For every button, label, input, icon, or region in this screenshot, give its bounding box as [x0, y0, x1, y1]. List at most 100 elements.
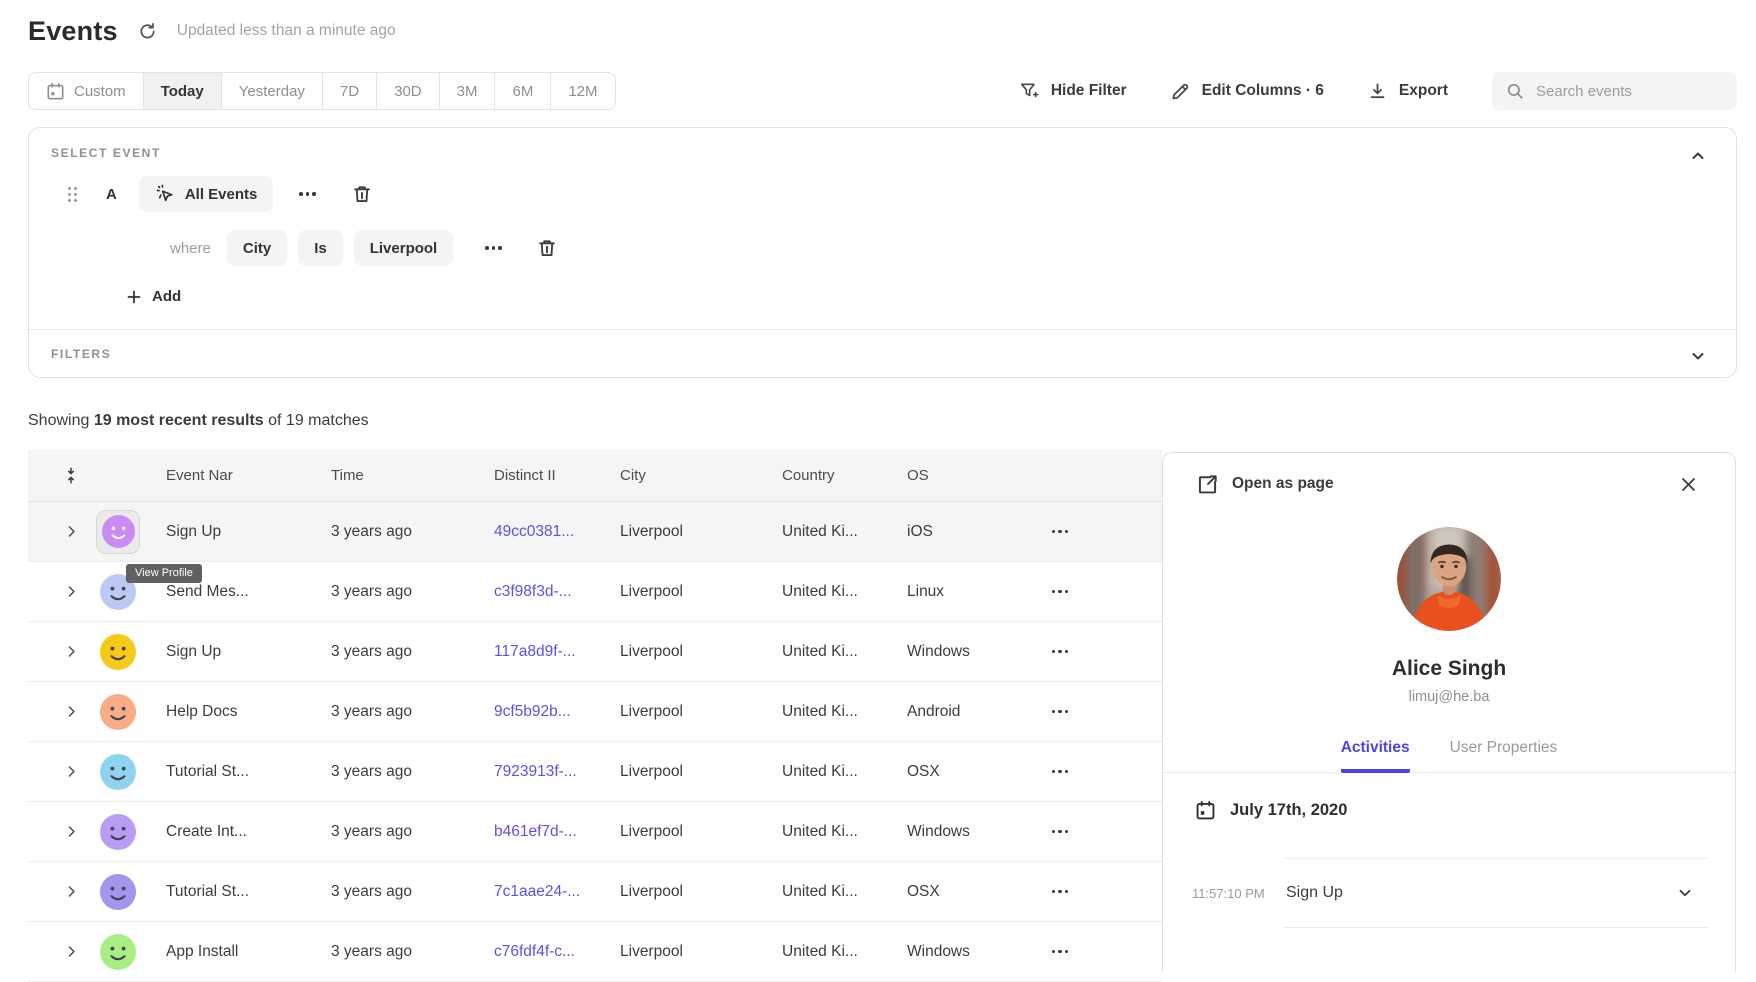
select-event-label: SELECT EVENT — [51, 146, 1714, 160]
updated-status: Updated less than a minute ago — [177, 22, 396, 40]
open-as-page-icon[interactable] — [1197, 474, 1218, 495]
date-range-7d[interactable]: 7D — [322, 73, 376, 109]
expand-row-icon[interactable] — [65, 525, 78, 538]
event-name-cell: Tutorial St... — [166, 883, 331, 901]
table-row[interactable]: Help Docs 3 years ago 9cf5b92b... Liverp… — [28, 682, 1162, 742]
open-as-page-label[interactable]: Open as page — [1232, 475, 1334, 493]
date-range-3m[interactable]: 3M — [439, 73, 495, 109]
drag-handle-icon[interactable] — [68, 187, 78, 202]
tab-activities[interactable]: Activities — [1341, 739, 1410, 773]
distinct-id-link[interactable]: 9cf5b92b... — [494, 703, 620, 721]
avatar-face-icon — [100, 934, 136, 970]
city-cell: Liverpool — [620, 883, 782, 901]
controls-row: Custom Today Yesterday 7D 30D 3M 6M 12M — [28, 72, 1737, 110]
date-range-today[interactable]: Today — [143, 73, 221, 109]
distinct-id-link[interactable]: 7c1aae24-... — [494, 883, 620, 901]
expand-activity-icon[interactable] — [1677, 885, 1693, 901]
delete-filter-icon[interactable] — [537, 238, 557, 258]
row-more-icon[interactable] — [1048, 944, 1073, 960]
column-header-event[interactable]: Event Nar — [166, 467, 331, 484]
date-range-30d[interactable]: 30D — [376, 73, 439, 109]
expand-row-icon[interactable] — [65, 705, 78, 718]
date-range-label: Custom — [74, 83, 126, 100]
property-chip[interactable]: City — [227, 230, 287, 266]
filters-section[interactable]: FILTERS — [29, 329, 1736, 377]
collapse-section-icon[interactable] — [1686, 144, 1710, 168]
expand-row-icon[interactable] — [65, 885, 78, 898]
row-more-icon[interactable] — [1048, 584, 1073, 600]
date-range-label: 6M — [512, 83, 533, 100]
avatar[interactable] — [100, 634, 136, 670]
distinct-id-link[interactable]: 49cc0381... — [494, 523, 620, 541]
avatar[interactable] — [100, 754, 136, 790]
column-header-distinct-id[interactable]: Distinct II — [494, 467, 620, 484]
view-profile-tooltip: View Profile — [126, 564, 202, 583]
avatar[interactable] — [96, 510, 140, 554]
column-header-country[interactable]: Country — [782, 467, 907, 484]
hide-filter-button[interactable]: Hide Filter — [1019, 81, 1127, 101]
expand-row-icon[interactable] — [65, 825, 78, 838]
export-button[interactable]: Export — [1368, 82, 1448, 101]
distinct-id-link[interactable]: b461ef7d-... — [494, 823, 620, 841]
country-cell: United Ki... — [782, 883, 907, 901]
column-header-os[interactable]: OS — [907, 467, 1007, 484]
time-cell: 3 years ago — [331, 523, 494, 541]
expand-row-icon[interactable] — [65, 945, 78, 958]
table-row[interactable]: Sign Up 3 years ago 117a8d9f-... Liverpo… — [28, 622, 1162, 682]
column-header-city[interactable]: City — [620, 467, 782, 484]
add-label: Add — [152, 288, 181, 305]
row-more-icon[interactable] — [1048, 524, 1073, 540]
row-more-icon[interactable] — [1048, 704, 1073, 720]
date-range-6m[interactable]: 6M — [494, 73, 550, 109]
distinct-id-link[interactable]: 7923913f-... — [494, 763, 620, 781]
column-header-time[interactable]: Time — [331, 467, 494, 484]
row-more-icon[interactable] — [1048, 764, 1073, 780]
avatar[interactable] — [100, 694, 136, 730]
where-more-icon[interactable] — [481, 240, 506, 256]
date-range-label: 12M — [568, 83, 597, 100]
search-input[interactable]: Search events — [1492, 72, 1737, 110]
row-more-icon[interactable] — [1048, 824, 1073, 840]
avatar[interactable] — [100, 934, 136, 970]
row-more-icon[interactable] — [1048, 884, 1073, 900]
refresh-icon[interactable] — [138, 22, 157, 41]
edit-columns-button[interactable]: Edit Columns · 6 — [1171, 82, 1324, 101]
time-cell: 3 years ago — [331, 823, 494, 841]
calendar-icon — [46, 82, 65, 101]
profile-photo — [1397, 527, 1501, 631]
time-cell: 3 years ago — [331, 883, 494, 901]
value-chip[interactable]: Liverpool — [354, 230, 454, 266]
expand-filters-icon[interactable] — [1686, 344, 1710, 368]
collapse-rows-icon[interactable] — [63, 467, 79, 484]
table-row[interactable]: Sign Up 3 years ago 49cc0381... Liverpoo… — [28, 502, 1162, 562]
avatar[interactable] — [100, 814, 136, 850]
date-range-custom[interactable]: Custom — [29, 73, 143, 109]
table-row[interactable]: Tutorial St... 3 years ago 7c1aae24-... … — [28, 862, 1162, 922]
row-more-icon[interactable] — [1048, 644, 1073, 660]
distinct-id-link[interactable]: 117a8d9f-... — [494, 643, 620, 661]
expand-row-icon[interactable] — [65, 645, 78, 658]
operator-chip[interactable]: Is — [298, 230, 343, 266]
avatar-face-icon — [100, 694, 136, 730]
table-row[interactable]: Tutorial St... 3 years ago 7923913f-... … — [28, 742, 1162, 802]
export-label: Export — [1399, 82, 1448, 100]
event-selector-chip[interactable]: All Events — [139, 176, 274, 212]
distinct-id-link[interactable]: c3f98f3d-... — [494, 583, 620, 601]
tab-user-properties[interactable]: User Properties — [1450, 739, 1558, 772]
close-panel-icon[interactable] — [1676, 472, 1701, 497]
date-range-12m[interactable]: 12M — [550, 73, 614, 109]
activity-row[interactable]: 11:57:10 PM Sign Up — [1163, 859, 1735, 927]
table-row[interactable]: Create Int... 3 years ago b461ef7d-... L… — [28, 802, 1162, 862]
event-more-icon[interactable] — [295, 186, 320, 202]
add-event-button[interactable]: Add — [126, 288, 1714, 305]
table-row[interactable]: App Install 3 years ago c76fdf4f-c... Li… — [28, 922, 1162, 982]
expand-row-icon[interactable] — [65, 765, 78, 778]
date-range-yesterday[interactable]: Yesterday — [221, 73, 322, 109]
delete-event-icon[interactable] — [352, 184, 372, 204]
avatar[interactable] — [100, 874, 136, 910]
os-cell: OSX — [907, 883, 1007, 901]
date-range-label: Yesterday — [239, 83, 305, 100]
query-builder-card: SELECT EVENT A All Events — [28, 127, 1737, 378]
distinct-id-link[interactable]: c76fdf4f-c... — [494, 943, 620, 961]
expand-row-icon[interactable] — [65, 585, 78, 598]
